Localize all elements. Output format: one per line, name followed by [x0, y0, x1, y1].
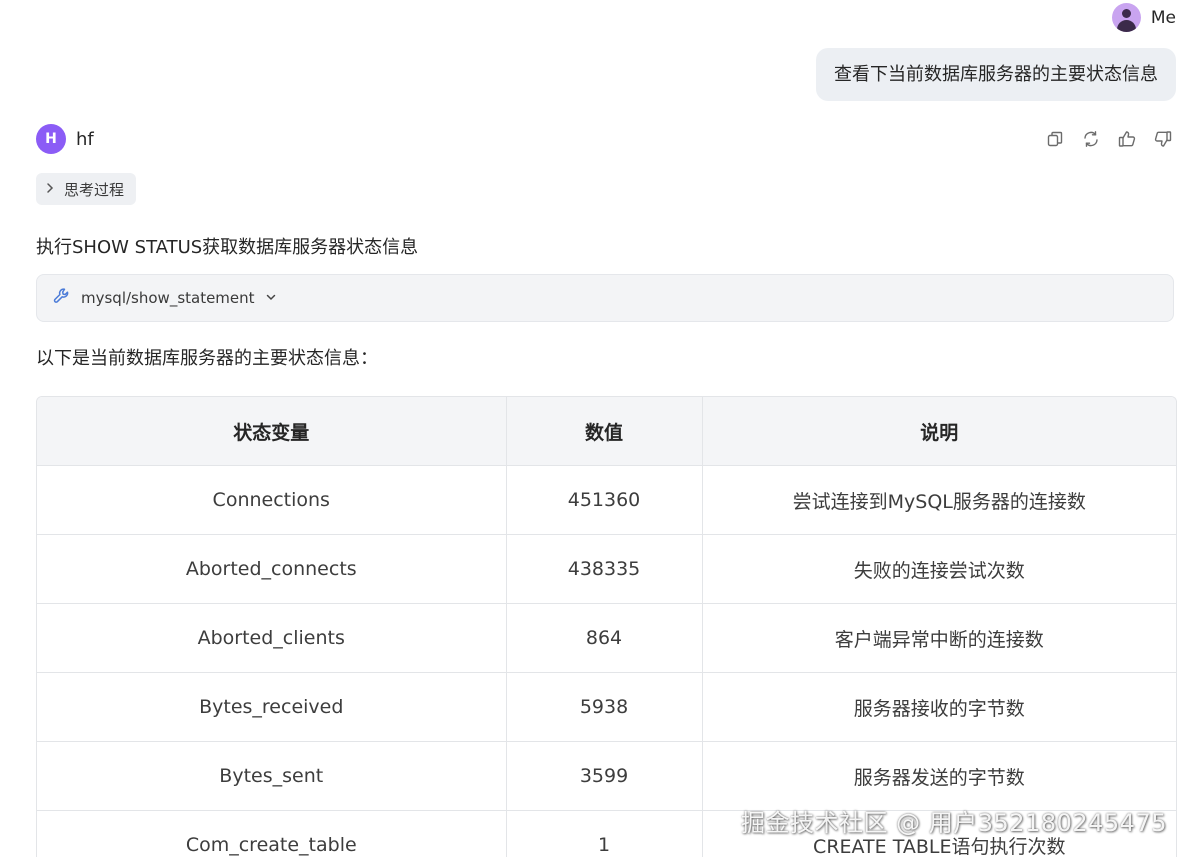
cell-variable: Connections	[37, 465, 507, 535]
table-row: Bytes_received 5938 服务器接收的字节数	[37, 672, 1176, 742]
message-actions	[1045, 129, 1173, 149]
cell-variable: Com_create_table	[37, 810, 507, 857]
assistant-name: hf	[76, 128, 94, 150]
cell-description: 服务器发送的字节数	[702, 741, 1176, 811]
cell-description: 尝试连接到MySQL服务器的连接数	[702, 465, 1176, 535]
cell-variable: Aborted_clients	[37, 603, 507, 673]
table-header-row: 状态变量 数值 说明	[37, 397, 1176, 466]
status-table: 状态变量 数值 说明 Connections 451360 尝试连接到MySQL…	[36, 396, 1177, 857]
cell-variable: Aborted_connects	[37, 534, 507, 604]
tool-call-panel[interactable]: mysql/show_statement	[36, 274, 1174, 322]
cell-value: 1	[506, 810, 703, 857]
cell-value: 3599	[506, 741, 703, 811]
thinking-label: 思考过程	[64, 180, 125, 199]
user-avatar	[1111, 3, 1141, 32]
cell-description: 失败的连接尝试次数	[702, 534, 1176, 604]
copy-icon[interactable]	[1045, 129, 1065, 149]
table-row: Bytes_sent 3599 服务器发送的字节数	[37, 741, 1176, 811]
tool-label: mysql/show_statement	[81, 289, 255, 307]
user-name: Me	[1150, 7, 1176, 28]
cell-description: 客户端异常中断的连接数	[702, 603, 1176, 673]
watermark: 掘金技术社区 @ 用户352180245475	[741, 809, 1167, 837]
assistant-header: H hf	[36, 124, 94, 154]
thinking-toggle-button[interactable]: 思考过程	[36, 173, 137, 205]
user-message-bubble: 查看下当前数据库服务器的主要状态信息	[816, 48, 1176, 101]
thumbs-down-icon[interactable]	[1153, 129, 1173, 149]
column-header-value: 数值	[506, 397, 703, 466]
refresh-icon[interactable]	[1081, 129, 1101, 149]
column-header-description: 说明	[702, 397, 1176, 466]
chat-page: Me 查看下当前数据库服务器的主要状态信息 H hf 思考过程 执行SHOW S…	[0, 0, 1191, 857]
wrench-icon	[53, 287, 71, 309]
chevron-down-icon	[265, 289, 277, 307]
cell-description: 服务器接收的字节数	[702, 672, 1176, 742]
cell-value: 451360	[506, 465, 703, 535]
assistant-summary-text: 以下是当前数据库服务器的主要状态信息：	[36, 348, 378, 369]
chevron-right-icon	[44, 180, 56, 198]
column-header-variable: 状态变量	[37, 397, 507, 466]
assistant-avatar: H	[36, 124, 66, 154]
assistant-intro-text: 执行SHOW STATUS获取数据库服务器状态信息	[36, 237, 419, 258]
cell-value: 438335	[506, 534, 703, 604]
table-row: Aborted_connects 438335 失败的连接尝试次数	[37, 534, 1176, 604]
cell-value: 864	[506, 603, 703, 673]
user-header: Me	[1111, 3, 1176, 32]
thumbs-up-icon[interactable]	[1117, 129, 1137, 149]
cell-variable: Bytes_sent	[37, 741, 507, 811]
table-row: Aborted_clients 864 客户端异常中断的连接数	[37, 603, 1176, 673]
cell-variable: Bytes_received	[37, 672, 507, 742]
table-row: Connections 451360 尝试连接到MySQL服务器的连接数	[37, 465, 1176, 535]
cell-value: 5938	[506, 672, 703, 742]
